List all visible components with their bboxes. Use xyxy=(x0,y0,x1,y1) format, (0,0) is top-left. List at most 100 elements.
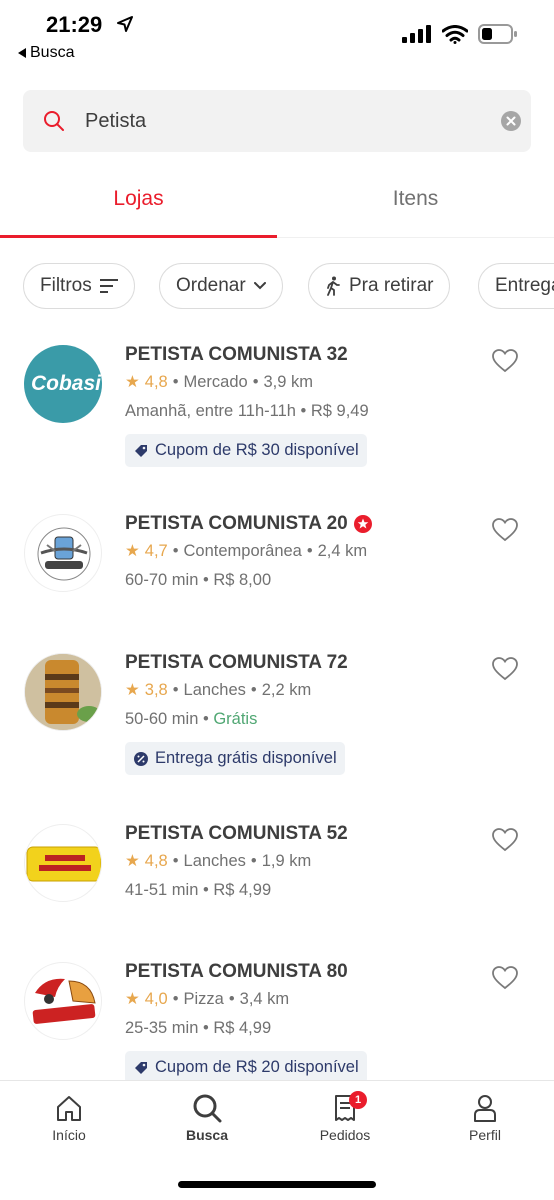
super-restaurant-badge-icon xyxy=(353,515,372,533)
location-arrow-icon xyxy=(117,16,133,32)
store-card[interactable]: Cobasi PETISTA COMUNISTA 32 ★ 4,8 • Merca… xyxy=(0,344,554,485)
store-card[interactable]: PETISTA COMUNISTA 52 ★ 4,8 • Lanches • 1,9… xyxy=(0,823,554,964)
store-name: PETISTA COMUNISTA 72 xyxy=(125,652,348,673)
nav-pedidos[interactable]: 1 Pedidos xyxy=(276,1091,414,1143)
delivery-time: 25-35 min xyxy=(125,1019,199,1037)
store-delivery-info: 50-60 min • Grátis xyxy=(125,710,258,728)
store-category: Mercado xyxy=(183,372,248,391)
coupon-text: Entrega grátis disponível xyxy=(155,749,337,767)
favorite-heart-icon[interactable] xyxy=(492,657,518,681)
search-icon xyxy=(193,1094,222,1123)
store-meta: ★ 4,0 • Pizza • 3,4 km xyxy=(125,989,290,1009)
home-icon xyxy=(57,1096,81,1121)
store-delivery-info: 25-35 min • R$ 4,99 xyxy=(125,1019,272,1037)
burger-photo-graphic xyxy=(25,654,101,730)
store-logo xyxy=(24,514,102,592)
store-logo xyxy=(24,824,102,902)
delivery-filter-label: Entrega xyxy=(495,275,554,296)
coupon-text: Cupom de R$ 20 disponível xyxy=(155,1058,359,1076)
coupon-tag-icon xyxy=(135,444,147,457)
favorite-heart-icon[interactable] xyxy=(492,966,518,990)
nav-pedidos-label: Pedidos xyxy=(319,1127,371,1143)
store-delivery-info: 60-70 min • R$ 8,00 xyxy=(125,571,272,589)
active-tab-indicator xyxy=(0,235,277,238)
profile-icon xyxy=(474,1095,496,1122)
tab-lojas[interactable]: Lojas xyxy=(0,160,277,238)
store-name: PETISTA COMUNISTA 20 xyxy=(125,513,372,535)
signal-icon xyxy=(402,25,431,43)
store-name: PETISTA COMUNISTA 32 xyxy=(125,344,348,365)
search-bar[interactable] xyxy=(23,90,531,152)
yellow-banner-logo-graphic xyxy=(26,846,101,882)
delivery-filter-button[interactable]: Entrega xyxy=(478,263,554,309)
filters-label: Filtros xyxy=(40,275,92,296)
status-bar: 21:29 Busca xyxy=(0,0,554,70)
store-distance: 3,9 km xyxy=(263,372,314,391)
store-distance: 2,2 km xyxy=(261,680,312,699)
store-card[interactable]: PETISTA COMUNISTA 72 ★ 3,8 • Lanches • 2,2… xyxy=(0,652,554,793)
store-rating: 4,7 xyxy=(144,541,168,560)
store-rating: 3,8 xyxy=(144,680,168,699)
tab-itens[interactable]: Itens xyxy=(277,160,554,238)
star-icon: ★ xyxy=(125,990,140,1008)
seal-logo-graphic xyxy=(37,527,91,581)
battery-icon xyxy=(478,24,517,44)
store-meta: ★ 3,8 • Lanches • 2,2 km xyxy=(125,680,312,700)
back-triangle-icon xyxy=(18,48,26,58)
nav-perfil-label: Perfil xyxy=(469,1127,501,1143)
nav-busca-label: Busca xyxy=(185,1127,229,1143)
back-to-app[interactable]: Busca xyxy=(18,44,74,62)
store-meta: ★ 4,8 • Lanches • 1,9 km xyxy=(125,851,312,871)
delivery-time: 50-60 min xyxy=(125,710,199,728)
star-icon: ★ xyxy=(125,852,140,870)
delivery-fee: R$ 8,00 xyxy=(213,571,272,589)
store-delivery-info: 41-51 min • R$ 4,99 xyxy=(125,881,272,899)
wifi-icon xyxy=(442,24,468,44)
delivery-time: Amanhã, entre 11h-11h xyxy=(125,402,296,420)
store-category: Lanches xyxy=(183,851,246,870)
sort-label: Ordenar xyxy=(176,275,246,296)
favorite-heart-icon[interactable] xyxy=(492,828,518,852)
store-category: Contemporânea xyxy=(183,541,302,560)
sort-button[interactable]: Ordenar xyxy=(159,263,283,309)
store-category: Pizza xyxy=(183,989,224,1008)
nav-busca[interactable]: Busca xyxy=(138,1093,276,1143)
walking-person-icon xyxy=(327,276,340,296)
search-icon xyxy=(44,111,64,131)
store-meta: ★ 4,8 • Mercado • 3,9 km xyxy=(125,372,314,392)
store-card[interactable]: PETISTA COMUNISTA 20 ★ 4,7 • Contemporâne… xyxy=(0,513,554,654)
nav-perfil[interactable]: Perfil xyxy=(416,1093,554,1143)
calzone-logo-graphic xyxy=(32,978,96,1024)
store-delivery-info: Amanhã, entre 11h-11h • R$ 9,49 xyxy=(125,402,369,420)
delivery-time: 41-51 min xyxy=(125,881,199,899)
store-logo xyxy=(24,962,102,1040)
coupon-badge: Cupom de R$ 30 disponível xyxy=(125,434,367,467)
filters-button[interactable]: Filtros xyxy=(23,263,135,309)
search-input[interactable] xyxy=(85,90,485,152)
favorite-heart-icon[interactable] xyxy=(492,518,518,542)
store-distance: 2,4 km xyxy=(317,541,368,560)
discount-seal-icon xyxy=(134,751,148,766)
delivery-fee: R$ 4,99 xyxy=(213,1019,272,1037)
clear-search-icon[interactable] xyxy=(501,111,521,131)
delivery-fee: R$ 9,49 xyxy=(310,402,369,420)
back-app-label: Busca xyxy=(30,44,75,61)
status-indicators xyxy=(402,24,518,44)
nav-inicio-label: Início xyxy=(52,1127,86,1143)
nav-inicio[interactable]: Início xyxy=(0,1093,138,1143)
delivery-fee: R$ 4,99 xyxy=(213,881,272,899)
coupon-tag-icon xyxy=(135,1061,147,1074)
star-icon: ★ xyxy=(125,681,140,699)
store-distance: 3,4 km xyxy=(239,989,290,1008)
store-rating: 4,8 xyxy=(144,372,168,391)
orders-badge: 1 xyxy=(349,1091,367,1109)
store-category: Lanches xyxy=(183,680,246,699)
favorite-heart-icon[interactable] xyxy=(492,349,518,373)
coupon-text: Cupom de R$ 30 disponível xyxy=(155,441,359,459)
pickup-filter-button[interactable]: Pra retirar xyxy=(308,263,451,309)
store-name: PETISTA COMUNISTA 80 xyxy=(125,961,348,982)
filter-chips: Filtros Ordenar Pra retirar Entrega xyxy=(0,263,554,309)
store-distance: 1,9 km xyxy=(261,851,312,870)
filter-lines-icon xyxy=(99,279,118,293)
chevron-down-icon xyxy=(253,282,266,290)
